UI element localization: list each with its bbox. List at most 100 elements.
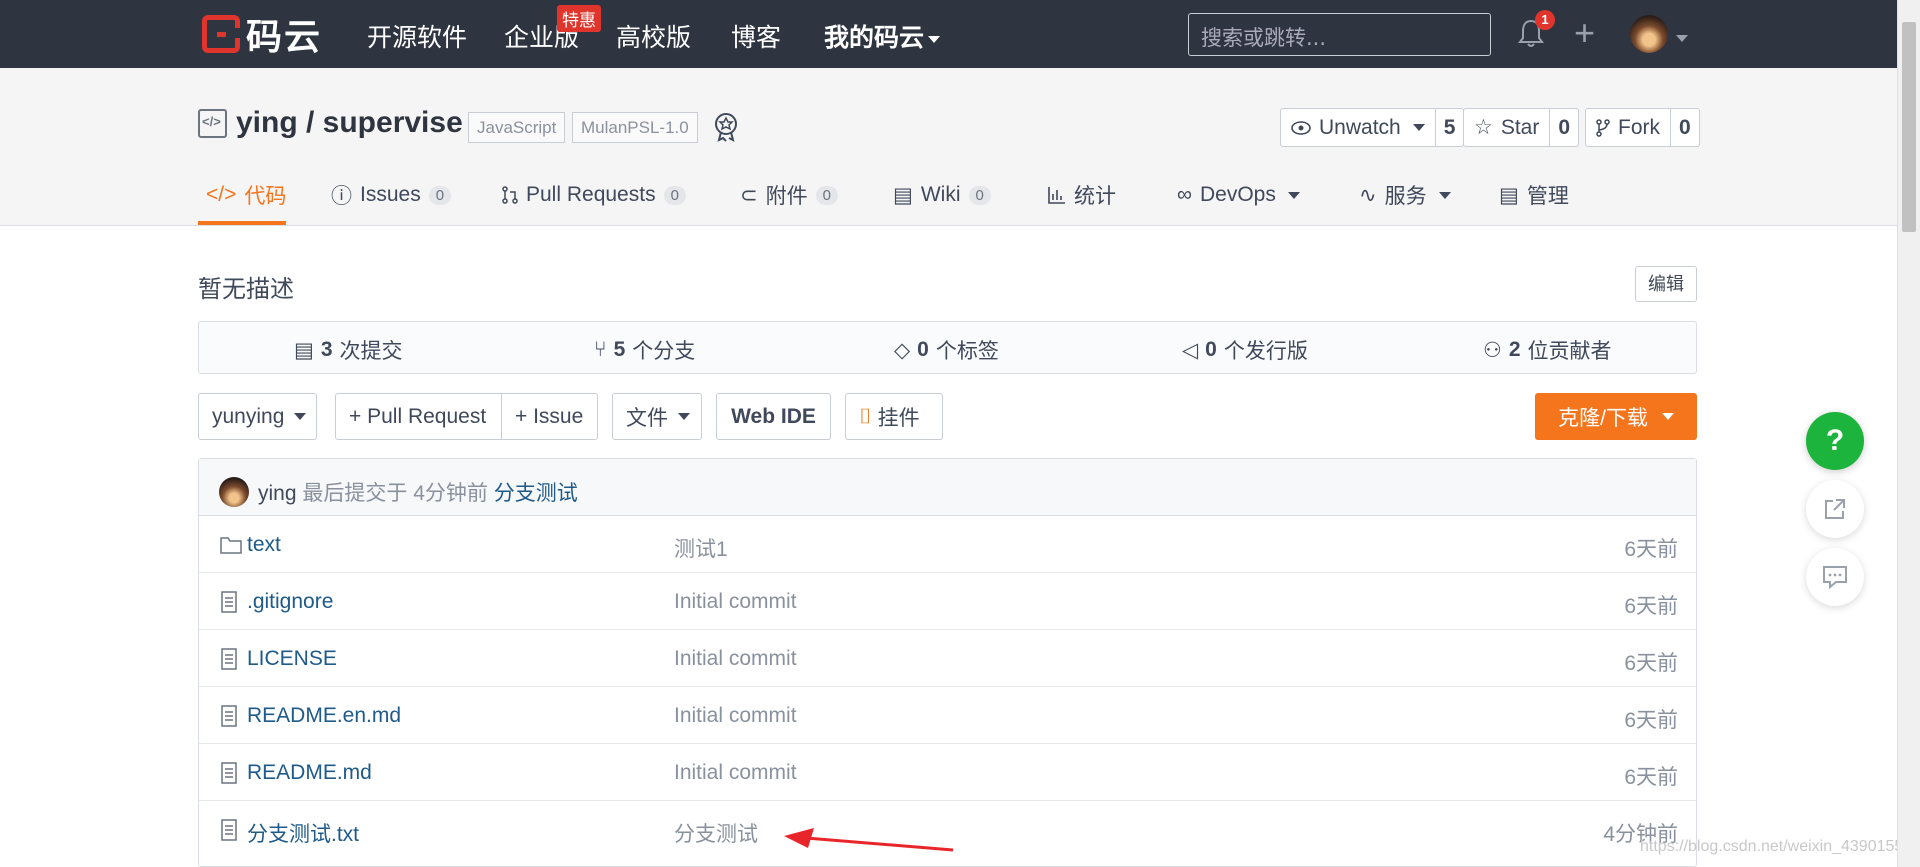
tab-pulls-count: 0 [663, 185, 686, 205]
search-input[interactable]: 搜索或跳转... [1188, 13, 1491, 56]
nav-open-source[interactable]: 开源软件 [367, 18, 467, 54]
watch-count[interactable]: 5 [1434, 109, 1464, 146]
table-row[interactable]: .gitignore Initial commit 6天前 [199, 573, 1696, 630]
promo-badge: 特惠 [557, 5, 601, 32]
widget-label: 挂件 [877, 406, 920, 430]
fork-button[interactable]: Fork 0 [1585, 108, 1700, 147]
logo[interactable]: 码云 [202, 14, 322, 58]
tab-devops[interactable]: ∞ DevOps [1177, 175, 1300, 215]
table-row[interactable]: README.en.md Initial commit 6天前 [199, 687, 1696, 744]
files-label: 文件 [626, 406, 668, 430]
fork-label: Fork [1618, 115, 1660, 139]
issue-button[interactable]: + Issue [501, 393, 598, 440]
file-icon [221, 648, 237, 670]
top-navbar: 码云 开源软件 企业版 特惠 高校版 博客 我的码云 搜索或跳转... 1 + [0, 0, 1920, 68]
chevron-down-icon[interactable] [1672, 30, 1688, 48]
last-commit-info: ying 最后提交于 4分钟前 分支测试 [258, 477, 578, 507]
tab-pull-requests[interactable]: Pull Requests 0 [502, 175, 686, 215]
comment-button[interactable] [1806, 548, 1864, 606]
fork-count[interactable]: 0 [1670, 109, 1699, 146]
repo-stats-bar: ▤ 3 次提交 ⑂ 5 个分支 ◇ 0 个标签 ◁ 0 个发行版 ⚇ 2 位贡献者 [198, 321, 1697, 374]
table-row[interactable]: LICENSE Initial commit 6天前 [199, 630, 1696, 687]
tab-services[interactable]: ∿ 服务 [1359, 175, 1451, 215]
file-commit-message[interactable]: Initial commit [674, 761, 797, 785]
file-icon [221, 762, 237, 784]
tab-attachments[interactable]: ⊂ 附件 0 [740, 175, 838, 215]
file-icon [221, 819, 237, 841]
nav-university[interactable]: 高校版 [616, 18, 691, 54]
medal-icon[interactable] [713, 112, 739, 142]
file-list: ying 最后提交于 4分钟前 分支测试 text 测试1 6天前 .gitig… [198, 458, 1697, 867]
tag-icon: ◇ [894, 338, 911, 362]
nav-my-gitee[interactable]: 我的码云 [824, 18, 941, 54]
tab-issues[interactable]: ⓘ Issues 0 [331, 175, 452, 215]
code-icon [198, 109, 227, 138]
unwatch-button[interactable]: Unwatch 5 [1280, 108, 1465, 147]
file-commit-message[interactable]: Initial commit [674, 590, 797, 614]
branch-select[interactable]: yunying [198, 393, 317, 440]
scrollbar-thumb[interactable] [1902, 22, 1916, 232]
eye-icon [1291, 120, 1311, 135]
pull-request-button[interactable]: + Pull Request [335, 393, 502, 440]
file-time: 6天前 [1624, 709, 1678, 732]
file-commit-message[interactable]: Initial commit [674, 704, 797, 728]
clone-download-button[interactable]: 克隆/下载 [1535, 393, 1697, 440]
logo-g-icon [202, 15, 240, 53]
releases-label: 个发行版 [1223, 340, 1308, 363]
repo-title[interactable]: ying / supervise [236, 106, 463, 140]
help-button[interactable]: ? [1806, 412, 1864, 470]
contributors-label: 位贡献者 [1527, 340, 1612, 363]
files-dropdown[interactable]: 文件 [612, 393, 702, 440]
avatar[interactable] [219, 477, 249, 507]
share-button[interactable] [1806, 480, 1864, 538]
edit-button[interactable]: 编辑 [1635, 266, 1697, 302]
tags-label: 个标签 [935, 340, 999, 363]
plus-icon[interactable]: + [1574, 15, 1595, 51]
file-commit-message[interactable]: Initial commit [674, 647, 797, 671]
contributors-stat[interactable]: ⚇ 2 位贡献者 [1483, 335, 1612, 365]
table-row[interactable]: text 测试1 6天前 [199, 516, 1696, 573]
unwatch-label: Unwatch [1319, 115, 1401, 139]
file-name[interactable]: README.en.md [247, 704, 401, 728]
table-row[interactable]: README.md Initial commit 6天前 [199, 744, 1696, 801]
releases-stat[interactable]: ◁ 0 个发行版 [1182, 335, 1308, 365]
file-commit-message[interactable]: 测试1 [674, 533, 728, 563]
commit-icon: ▤ [294, 338, 314, 362]
tab-services-label: 服务 [1384, 185, 1427, 208]
file-name[interactable]: 分支测试.txt [247, 818, 359, 848]
share-icon [1825, 499, 1845, 519]
tab-stats[interactable]: 统计 [1048, 175, 1116, 215]
web-ide-button[interactable]: Web IDE [716, 393, 831, 440]
commit-time: 最后提交于 4分钟前 [302, 482, 488, 505]
tab-stats-label: 统计 [1074, 185, 1116, 208]
commits-stat[interactable]: ▤ 3 次提交 [294, 335, 403, 365]
tab-pulls-label: Pull Requests [526, 183, 656, 206]
tags-stat[interactable]: ◇ 0 个标签 [894, 335, 999, 365]
scrollbar[interactable] [1897, 0, 1920, 867]
avatar[interactable] [1630, 15, 1668, 53]
last-commit-bar: ying 最后提交于 4分钟前 分支测试 [199, 459, 1696, 516]
star-count[interactable]: 0 [1549, 109, 1578, 146]
license-tag[interactable]: MulanPSL-1.0 [572, 112, 698, 143]
nav-blog[interactable]: 博客 [731, 18, 781, 54]
file-commit-message[interactable]: 分支测试 [674, 818, 758, 848]
star-icon: ☆ [1474, 116, 1493, 139]
file-name[interactable]: text [247, 533, 281, 557]
star-button[interactable]: ☆ Star 0 [1463, 108, 1580, 147]
file-name[interactable]: .gitignore [247, 590, 333, 614]
tab-wiki[interactable]: ▤ Wiki 0 [893, 175, 991, 215]
fork-icon [1596, 118, 1610, 137]
commit-message[interactable]: 分支测试 [494, 482, 578, 505]
folder-icon [220, 537, 242, 554]
branches-stat[interactable]: ⑂ 5 个分支 [594, 335, 695, 365]
language-tag[interactable]: JavaScript [468, 112, 566, 143]
widget-button[interactable]: ⌷ 挂件 [845, 393, 943, 440]
tab-code[interactable]: </> 代码 [206, 175, 286, 215]
commit-author[interactable]: ying [258, 482, 297, 505]
file-name[interactable]: README.md [247, 761, 372, 785]
book-icon: ▤ [893, 183, 913, 207]
tab-manage[interactable]: ▤ 管理 [1499, 175, 1569, 215]
branch-icon: ⑂ [594, 338, 607, 361]
file-name[interactable]: LICENSE [247, 647, 337, 671]
tab-wiki-label: Wiki [920, 183, 961, 206]
